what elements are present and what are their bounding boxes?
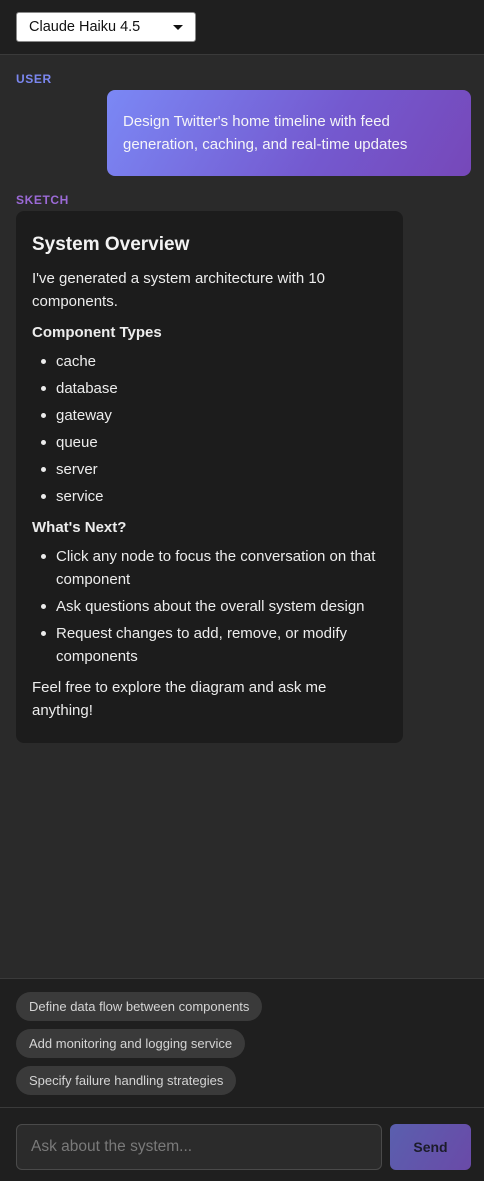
- message-title: System Overview: [32, 234, 190, 255]
- component-types-heading: Component Types: [32, 324, 162, 341]
- assistant-role-label: SKETCH: [16, 193, 69, 207]
- composer: Send: [0, 1107, 484, 1181]
- list-item: database: [41, 377, 387, 400]
- suggestion-chip[interactable]: Add monitoring and logging service: [16, 1029, 246, 1058]
- whats-next-list: Click any node to focus the conversation…: [32, 545, 387, 668]
- list-item: queue: [41, 431, 387, 454]
- suggestion-chip[interactable]: Define data flow between components: [16, 992, 263, 1021]
- list-item: server: [41, 458, 387, 481]
- suggestion-chip[interactable]: Specify failure handling strategies: [16, 1066, 237, 1095]
- user-message: Design Twitter's home timeline with feed…: [107, 90, 471, 176]
- list-item: gateway: [41, 404, 387, 427]
- chat-panel: Claude Haiku 4.5 USER Design Twitter's h…: [0, 0, 484, 1181]
- component-types-list: cache database gateway queue server serv…: [32, 350, 387, 508]
- header: Claude Haiku 4.5: [0, 0, 484, 55]
- list-item: Request changes to add, remove, or modif…: [41, 622, 387, 668]
- message-intro: I've generated a system architecture wit…: [32, 270, 326, 310]
- caret-down-icon: [173, 25, 183, 30]
- suggestions-bar: Define data flow between components Add …: [0, 978, 484, 1107]
- assistant-message: System Overview I've generated a system …: [16, 211, 403, 743]
- user-role-label: USER: [16, 72, 52, 86]
- model-select-value: Claude Haiku 4.5: [29, 19, 141, 35]
- message-input[interactable]: [16, 1124, 382, 1170]
- model-select[interactable]: Claude Haiku 4.5: [16, 12, 196, 42]
- list-item: Click any node to focus the conversation…: [41, 545, 387, 591]
- list-item: service: [41, 485, 387, 508]
- send-button[interactable]: Send: [390, 1124, 471, 1170]
- list-item: cache: [41, 350, 387, 373]
- whats-next-heading: What's Next?: [32, 519, 127, 536]
- list-item: Ask questions about the overall system d…: [41, 595, 387, 618]
- message-closing: Feel free to explore the diagram and ask…: [32, 679, 327, 719]
